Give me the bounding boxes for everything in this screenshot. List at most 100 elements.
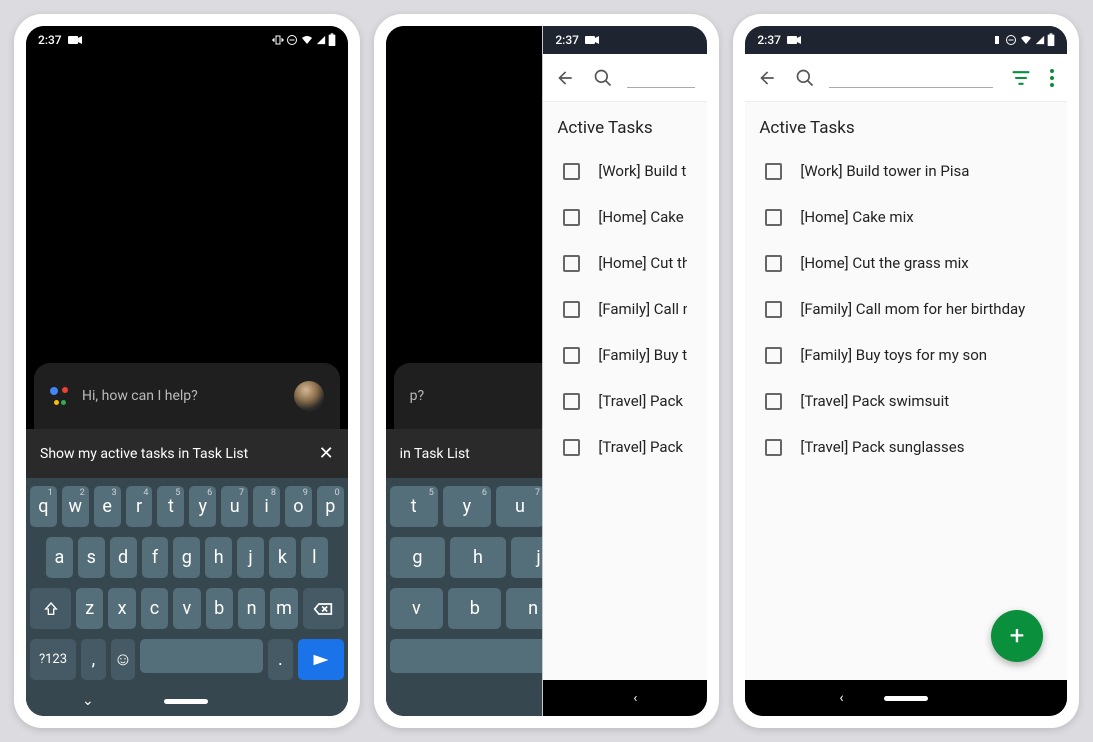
nav-back-icon[interactable]: ‹ bbox=[633, 691, 637, 706]
back-icon[interactable] bbox=[757, 68, 777, 88]
key-k[interactable]: k bbox=[269, 537, 296, 578]
key-b[interactable]: b bbox=[206, 588, 233, 629]
key-g[interactable]: g bbox=[173, 537, 200, 578]
key-y[interactable]: y6 bbox=[189, 486, 216, 527]
key-l[interactable]: l bbox=[301, 537, 328, 578]
period-key[interactable]: . bbox=[268, 639, 293, 680]
key-t[interactable]: t5 bbox=[157, 486, 184, 527]
checkbox[interactable] bbox=[765, 255, 782, 272]
signal-icon bbox=[1035, 34, 1045, 46]
task-row[interactable]: [Home] Cut th bbox=[543, 240, 707, 286]
task-row[interactable]: [Travel] Pack s bbox=[543, 424, 707, 470]
nav-home-pill[interactable] bbox=[164, 699, 208, 704]
key-e[interactable]: e3 bbox=[94, 486, 121, 527]
checkbox[interactable] bbox=[563, 439, 580, 456]
task-row[interactable]: [Home] Cut the grass mix bbox=[745, 240, 1067, 286]
search-icon[interactable] bbox=[795, 68, 815, 88]
task-row[interactable]: [Family] Buy t bbox=[543, 332, 707, 378]
key-u[interactable]: u7 bbox=[496, 486, 544, 527]
checkbox[interactable] bbox=[563, 393, 580, 410]
backspace-key[interactable] bbox=[303, 588, 344, 629]
checkbox[interactable] bbox=[563, 255, 580, 272]
key-a[interactable]: a bbox=[46, 537, 73, 578]
key-p[interactable]: p0 bbox=[317, 486, 344, 527]
key-r[interactable]: r4 bbox=[126, 486, 153, 527]
system-navbar[interactable]: ‹ bbox=[745, 680, 1067, 716]
task-row[interactable]: [Family] Buy toys for my son bbox=[745, 332, 1067, 378]
task-row[interactable]: [Work] Build t bbox=[543, 148, 707, 194]
symbols-key[interactable]: ?123 bbox=[30, 639, 76, 680]
nav-back-icon[interactable]: ‹ bbox=[839, 690, 843, 706]
task-label: [Work] Build t bbox=[598, 162, 686, 180]
key-y[interactable]: y6 bbox=[443, 486, 491, 527]
key-d[interactable]: d bbox=[110, 537, 137, 578]
checkbox[interactable] bbox=[563, 163, 580, 180]
search-input[interactable] bbox=[627, 68, 695, 88]
keyboard[interactable]: q1 w2 e3 r4 t5 y6 u7 i8 o9 p0 a s d f g … bbox=[26, 478, 348, 686]
close-icon[interactable]: ✕ bbox=[319, 443, 334, 464]
emoji-key[interactable]: ☺ bbox=[111, 639, 136, 680]
avatar[interactable] bbox=[294, 381, 324, 411]
task-row[interactable]: [Home] Cake mix bbox=[745, 194, 1067, 240]
key-g[interactable]: g bbox=[390, 537, 446, 578]
checkbox[interactable] bbox=[765, 393, 782, 410]
status-bar: 2:37 bbox=[543, 26, 707, 54]
key-m[interactable]: m bbox=[270, 588, 297, 629]
search-input[interactable] bbox=[829, 68, 993, 88]
key-c[interactable]: c bbox=[141, 588, 168, 629]
key-o[interactable]: o9 bbox=[285, 486, 312, 527]
key-f[interactable]: f bbox=[142, 537, 169, 578]
key-v[interactable]: v bbox=[173, 588, 200, 629]
checkbox[interactable] bbox=[563, 347, 580, 364]
search-icon[interactable] bbox=[593, 68, 613, 88]
vibrate-icon bbox=[991, 34, 1003, 46]
fab-add-button[interactable]: + bbox=[991, 610, 1043, 662]
key-n[interactable]: n bbox=[238, 588, 265, 629]
task-row[interactable]: [Travel] Pack s bbox=[543, 378, 707, 424]
system-navbar[interactable]: ⌄ bbox=[26, 686, 348, 716]
key-u[interactable]: u7 bbox=[221, 486, 248, 527]
key-s[interactable]: s bbox=[78, 537, 105, 578]
screen-3: 2:37 Active Tasks [Work] Build towe bbox=[745, 26, 1067, 716]
checkbox[interactable] bbox=[765, 439, 782, 456]
checkbox[interactable] bbox=[765, 209, 782, 226]
task-row[interactable]: [Family] Call mom for her birthday bbox=[745, 286, 1067, 332]
back-icon[interactable] bbox=[555, 68, 575, 88]
system-navbar[interactable]: ‹ bbox=[543, 680, 707, 716]
task-row[interactable]: [Family] Call m bbox=[543, 286, 707, 332]
nav-back-icon[interactable]: ⌄ bbox=[82, 693, 94, 709]
nav-home-pill[interactable] bbox=[884, 696, 928, 701]
task-row[interactable]: [Travel] Pack swimsuit bbox=[745, 378, 1067, 424]
assistant-card[interactable]: Hi, how can I help? bbox=[34, 363, 340, 429]
status-time: 2:37 bbox=[38, 33, 62, 47]
task-list[interactable]: [Work] Build tower in Pisa [Home] Cake m… bbox=[745, 148, 1067, 680]
key-v[interactable]: v bbox=[390, 588, 443, 629]
overflow-menu-icon[interactable] bbox=[1049, 68, 1055, 88]
key-i[interactable]: i8 bbox=[253, 486, 280, 527]
key-h[interactable]: h bbox=[450, 537, 506, 578]
task-row[interactable]: [Work] Build tower in Pisa bbox=[745, 148, 1067, 194]
task-row[interactable]: [Home] Cake bbox=[543, 194, 707, 240]
comma-key[interactable]: , bbox=[81, 639, 106, 680]
task-list[interactable]: [Work] Build t [Home] Cake [Home] Cut th… bbox=[543, 148, 707, 680]
key-b[interactable]: b bbox=[448, 588, 501, 629]
spacebar-key[interactable] bbox=[140, 639, 263, 673]
checkbox[interactable] bbox=[765, 301, 782, 318]
key-w[interactable]: w2 bbox=[62, 486, 89, 527]
key-q[interactable]: q1 bbox=[30, 486, 57, 527]
task-row[interactable]: [Travel] Pack sunglasses bbox=[745, 424, 1067, 470]
checkbox[interactable] bbox=[765, 347, 782, 364]
shift-key[interactable] bbox=[30, 588, 71, 629]
task-label: [Home] Cut th bbox=[598, 254, 687, 272]
key-h[interactable]: h bbox=[205, 537, 232, 578]
checkbox[interactable] bbox=[765, 163, 782, 180]
key-j[interactable]: j bbox=[237, 537, 264, 578]
key-x[interactable]: x bbox=[108, 588, 135, 629]
key-t[interactable]: t5 bbox=[390, 486, 438, 527]
checkbox[interactable] bbox=[563, 209, 580, 226]
key-z[interactable]: z bbox=[76, 588, 103, 629]
send-key[interactable] bbox=[298, 639, 344, 680]
filter-icon[interactable] bbox=[1011, 68, 1031, 88]
assistant-input-bar[interactable]: Show my active tasks in Task List ✕ bbox=[26, 429, 348, 478]
checkbox[interactable] bbox=[563, 301, 580, 318]
